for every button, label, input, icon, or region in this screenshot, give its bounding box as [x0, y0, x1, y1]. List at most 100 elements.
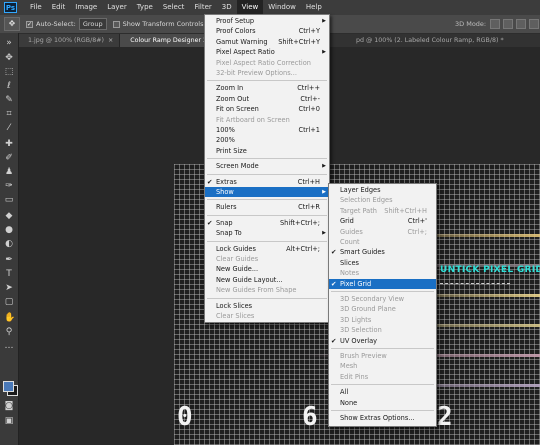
menu-item-proof-colors[interactable]: Proof Colors Ctrl+Y	[205, 26, 329, 36]
menu-item-print-size[interactable]: Print Size	[205, 146, 329, 156]
menu-separator	[207, 297, 327, 299]
eraser-tool-icon[interactable]: ▭	[4, 195, 14, 205]
hand-tool-icon[interactable]: ✋	[4, 313, 15, 323]
quick-select-tool-icon[interactable]: ✎	[4, 95, 14, 105]
crop-tool-icon[interactable]: ⌗	[4, 109, 14, 119]
menu-type[interactable]: Type	[132, 0, 158, 15]
menu-item-snap[interactable]: ✔ Snap Shift+Ctrl+;	[205, 218, 329, 228]
menu-item-new-guide-layout[interactable]: New Guide Layout...	[205, 275, 329, 285]
menu-view[interactable]: View	[236, 0, 264, 15]
3d-rotate-icon[interactable]	[490, 19, 500, 29]
zoom-tool-icon[interactable]: ⚲	[4, 327, 14, 337]
menu-item-gamut-warning[interactable]: Gamut Warning Shift+Ctrl+Y	[205, 37, 329, 47]
menu-item-none[interactable]: None	[329, 398, 436, 408]
menu-item-show[interactable]: Show ▶	[205, 187, 329, 197]
more-tools-icon[interactable]: …	[4, 341, 14, 351]
brush-tool-icon[interactable]: ✐	[4, 153, 14, 163]
menu-item-shortcut: Ctrl+'	[407, 217, 427, 226]
blur-tool-icon[interactable]: ●	[4, 225, 14, 235]
menu-item-label: Pixel Aspect Ratio	[216, 48, 275, 57]
checkmark-icon: ✔	[207, 218, 213, 227]
menu-item-layer-edges[interactable]: Layer Edges	[329, 185, 436, 195]
menu-item-extras[interactable]: ✔ Extras Ctrl+H	[205, 177, 329, 187]
menu-item-shortcut: Ctrl+R	[298, 203, 320, 212]
menu-item-lock-slices[interactable]: Lock Slices	[205, 301, 329, 311]
menu-edit[interactable]: Edit	[47, 0, 71, 15]
menu-item-uv-overlay[interactable]: ✔ UV Overlay	[329, 336, 436, 346]
menu-item-clear-guides: Clear Guides	[205, 254, 329, 264]
menu-item-label: Guides	[340, 227, 363, 236]
menu-help[interactable]: Help	[301, 0, 327, 15]
menu-item-snap-to[interactable]: Snap To ▶	[205, 228, 329, 238]
quick-mask-icon[interactable]: ◙	[4, 401, 14, 411]
menu-item-count: Count	[329, 237, 436, 247]
rectangle-tool-icon[interactable]: ▢	[4, 297, 14, 307]
menu-item-label: Fit on Screen	[216, 105, 259, 114]
menu-item-3d-selection: 3D Selection	[329, 325, 436, 335]
menu-item-200[interactable]: 200%	[205, 135, 329, 145]
history-brush-tool-icon[interactable]: ✑	[4, 181, 14, 191]
auto-select-dropdown[interactable]: Group	[78, 18, 107, 30]
menu-item-3d-secondary-view: 3D Secondary View	[329, 294, 436, 304]
menu-item-label: New Guides From Shape	[216, 286, 297, 295]
checkmark-icon: ✔	[331, 279, 337, 288]
menu-item-label: Pixel Grid	[340, 279, 372, 288]
menu-file[interactable]: File	[25, 0, 47, 15]
menu-item-new-guide[interactable]: New Guide...	[205, 264, 329, 274]
paint-bucket-tool-icon[interactable]: ◆	[4, 211, 14, 221]
menu-item-lock-guides[interactable]: Lock Guides Alt+Ctrl+;	[205, 244, 329, 254]
menu-item-smart-guides[interactable]: ✔ Smart Guides	[329, 247, 436, 257]
menu-item-pixel-grid[interactable]: ✔ Pixel Grid	[329, 278, 436, 289]
menu-item-screen-mode[interactable]: Screen Mode ▶	[205, 161, 329, 171]
tab-document-3[interactable]: pd @ 100% (2. Labeled Colour Ramp, RGB/8…	[356, 34, 504, 47]
menu-item-pixel-aspect-ratio[interactable]: Pixel Aspect Ratio ▶	[205, 47, 329, 57]
annotation-label: UNTICK PIXEL GRID	[440, 265, 540, 275]
clone-stamp-tool-icon[interactable]: ♟	[4, 167, 14, 177]
menu-item-label: New Guide Layout...	[216, 275, 283, 284]
menu-item-fit-on-screen[interactable]: Fit on Screen Ctrl+0	[205, 104, 329, 114]
collapse-panel-icon[interactable]: »	[4, 38, 14, 48]
menu-item-100[interactable]: 100% Ctrl+1	[205, 125, 329, 135]
menu-item-rulers[interactable]: Rulers Ctrl+R	[205, 202, 329, 212]
close-icon[interactable]: ×	[108, 37, 113, 44]
menu-image[interactable]: Image	[70, 0, 102, 15]
transform-controls-checkbox[interactable]	[112, 20, 120, 28]
tab-document-1[interactable]: 1.jpg @ 100% (RGB/8#) ×	[18, 34, 121, 47]
menu-window[interactable]: Window	[263, 0, 301, 15]
menu-item-grid[interactable]: Grid Ctrl+'	[329, 216, 436, 226]
menu-item-show-extras-options[interactable]: Show Extras Options...	[329, 413, 436, 423]
menu-bar: Ps File Edit Image Layer Type Select Filter 3D V…	[0, 0, 540, 15]
foreground-color-swatch[interactable]	[3, 381, 14, 392]
menu-item-zoom-out[interactable]: Zoom Out Ctrl+-	[205, 94, 329, 104]
menu-item-zoom-in[interactable]: Zoom In Ctrl++	[205, 83, 329, 93]
menu-item-proof-setup[interactable]: Proof Setup ▶	[205, 16, 329, 26]
menu-item-slices[interactable]: Slices	[329, 258, 436, 268]
menu-item-label: Clear Slices	[216, 312, 255, 320]
menu-select[interactable]: Select	[158, 0, 190, 15]
submenu-arrow-icon: ▶	[322, 49, 326, 56]
pen-tool-icon[interactable]: ✒	[4, 255, 14, 265]
dodge-tool-icon[interactable]: ◐	[4, 239, 14, 249]
screen-mode-icon[interactable]: ▣	[4, 416, 14, 426]
3d-slide-icon[interactable]	[529, 19, 539, 29]
auto-select-checkbox[interactable]	[26, 20, 33, 28]
move-tool-icon[interactable]: ✥	[4, 17, 20, 31]
healing-brush-tool-icon[interactable]: ✚	[4, 139, 14, 149]
menu-layer[interactable]: Layer	[102, 0, 132, 15]
move-tool-icon[interactable]: ✥	[4, 53, 14, 63]
menu-item-all[interactable]: All	[329, 387, 436, 397]
menu-item-label: Grid	[340, 217, 354, 226]
path-selection-tool-icon[interactable]: ➤	[4, 283, 14, 293]
type-tool-icon[interactable]: T	[4, 269, 14, 279]
menu-item-label: 3D Ground Plane	[340, 305, 396, 314]
marquee-tool-icon[interactable]: ⬚	[4, 67, 14, 77]
menu-3d[interactable]: 3D	[217, 0, 237, 15]
menu-separator	[331, 291, 434, 292]
3d-mode-tools	[490, 19, 540, 29]
3d-roll-icon[interactable]	[503, 19, 513, 29]
menu-item-target-path: Target Path Shift+Ctrl+H	[329, 206, 436, 216]
lasso-tool-icon[interactable]: ℓ	[4, 81, 14, 91]
3d-pan-icon[interactable]	[516, 19, 526, 29]
menu-filter[interactable]: Filter	[189, 0, 216, 15]
eyedropper-tool-icon[interactable]: ⁄	[4, 123, 14, 133]
